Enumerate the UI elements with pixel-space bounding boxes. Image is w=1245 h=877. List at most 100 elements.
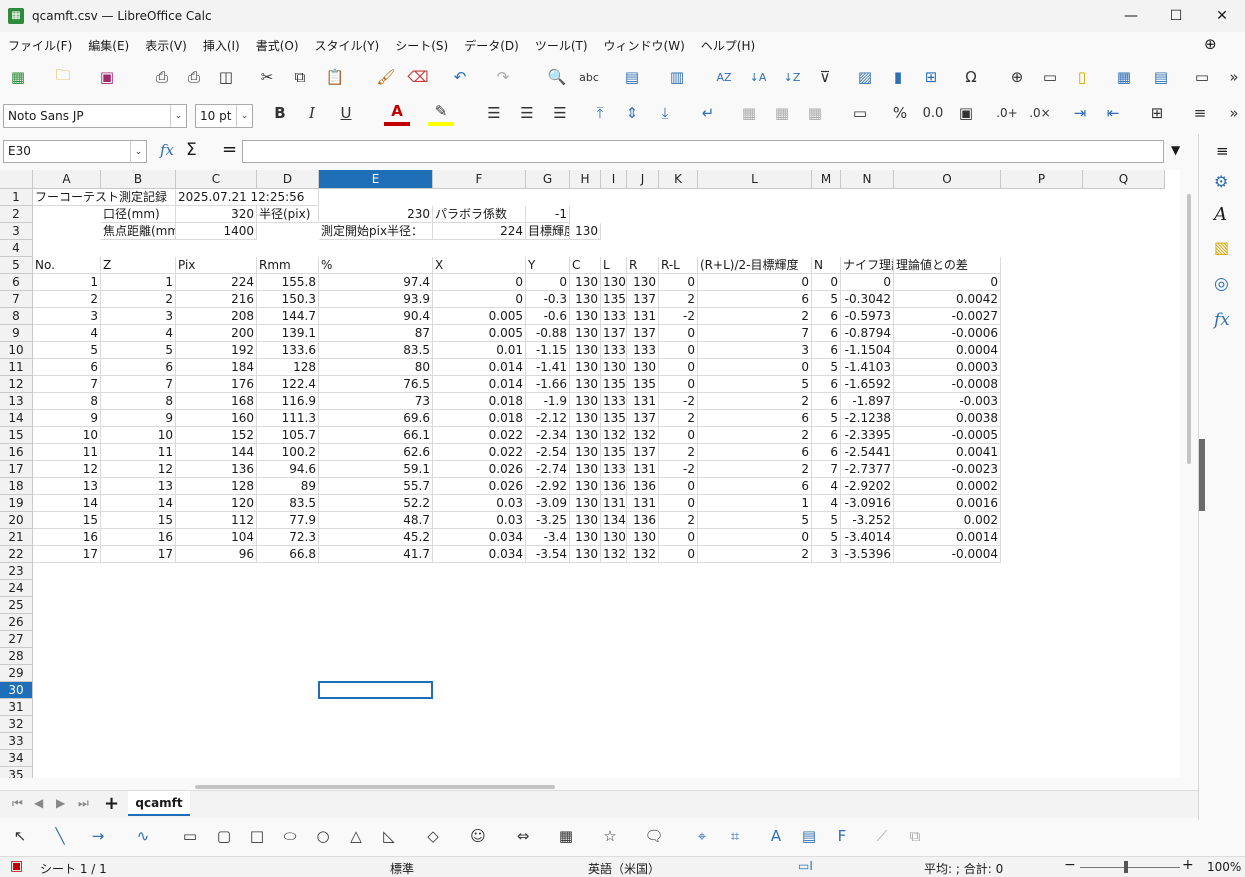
cell[interactable]: 89 [257, 478, 319, 495]
redo-icon[interactable]: ↷ [488, 64, 518, 90]
open-folder-icon[interactable]: 🗀 [50, 64, 76, 90]
cell[interactable]: 320 [176, 206, 257, 223]
insert-image-icon[interactable]: ▨ [853, 64, 877, 90]
row-header[interactable]: 22 [0, 546, 33, 563]
menu-data[interactable]: データ(D) [456, 37, 527, 54]
center-vertically-icon[interactable]: ⇕ [620, 100, 644, 126]
row-header[interactable]: 3 [0, 223, 33, 240]
cell[interactable]: 130 [570, 291, 601, 308]
cell[interactable]: R [627, 257, 659, 274]
cell[interactable]: 97.4 [319, 274, 433, 291]
cell[interactable]: -2 [659, 461, 698, 478]
row-header[interactable]: 14 [0, 410, 33, 427]
cell[interactable]: -0.003 [894, 393, 1001, 410]
column-header[interactable]: B [101, 170, 176, 189]
flowchart-icon[interactable]: ▦ [548, 823, 584, 849]
cell[interactable]: 0 [526, 274, 570, 291]
add-sheet-button[interactable]: + [104, 793, 119, 814]
clone-formatting-icon[interactable]: 🖌 [374, 64, 398, 90]
find-replace-icon[interactable]: 🔍 [545, 64, 569, 90]
cell[interactable]: 5 [812, 359, 841, 376]
cell[interactable]: -0.0023 [894, 461, 1001, 478]
cell[interactable]: 132 [627, 546, 659, 563]
cell[interactable]: 0.022 [433, 444, 526, 461]
cell[interactable]: 130 [627, 529, 659, 546]
cell[interactable]: 132 [601, 546, 627, 563]
zoom-out-button[interactable]: − [1064, 857, 1076, 873]
cell[interactable]: 5 [812, 291, 841, 308]
cell[interactable]: 5 [101, 342, 176, 359]
cell[interactable]: 14 [101, 495, 176, 512]
percent-format-button[interactable]: % [888, 100, 912, 126]
cell[interactable]: 131 [627, 308, 659, 325]
cell[interactable]: -0.0027 [894, 308, 1001, 325]
cell[interactable]: -2.1238 [841, 410, 894, 427]
cell[interactable]: 3 [812, 546, 841, 563]
row-header[interactable]: 10 [0, 342, 33, 359]
cell[interactable]: 0 [433, 291, 526, 308]
cell[interactable]: 5 [33, 342, 101, 359]
cell[interactable]: 0.01 [433, 342, 526, 359]
menu-file[interactable]: ファイル(F) [0, 37, 80, 54]
row-header[interactable]: 15 [0, 427, 33, 444]
row-header[interactable]: 9 [0, 325, 33, 342]
row-header[interactable]: 21 [0, 529, 33, 546]
vertical-scroll-thumb[interactable] [1187, 194, 1191, 464]
selection-mode-icon[interactable]: ▭I [798, 859, 813, 873]
name-box[interactable]: E30 ⌄ [3, 140, 147, 163]
cell[interactable]: 16 [101, 529, 176, 546]
row-header[interactable]: 29 [0, 665, 33, 682]
block-arrows-icon[interactable]: ⇔ [505, 823, 541, 849]
row-header[interactable]: 20 [0, 512, 33, 529]
menu-view[interactable]: 表示(V) [137, 37, 195, 54]
menu-insert[interactable]: 挿入(I) [195, 37, 248, 54]
cell[interactable]: -3.5396 [841, 546, 894, 563]
cell[interactable]: 0.034 [433, 546, 526, 563]
cell[interactable]: 5 [812, 410, 841, 427]
cell[interactable]: 133 [601, 461, 627, 478]
cell[interactable]: 2025.07.21 12:25:56 [176, 189, 319, 206]
cell[interactable]: 4 [33, 325, 101, 342]
row-header[interactable]: 18 [0, 478, 33, 495]
cell[interactable]: -2.74 [526, 461, 570, 478]
column-header[interactable]: C [176, 170, 257, 189]
cell[interactable]: 45.2 [319, 529, 433, 546]
font-color-icon[interactable]: A [384, 100, 410, 126]
cell[interactable]: 2 [698, 308, 812, 325]
cell[interactable]: 0.03 [433, 512, 526, 529]
cell[interactable]: 133 [601, 393, 627, 410]
shadow-icon[interactable]: ⟋ [870, 823, 894, 849]
cell[interactable]: % [319, 257, 433, 274]
cell[interactable]: -0.6 [526, 308, 570, 325]
delete-decimal-icon[interactable]: .0× [1027, 100, 1053, 126]
column-header[interactable]: P [1001, 170, 1083, 189]
print-preview-icon[interactable]: ◫ [214, 64, 238, 90]
menu-format[interactable]: 書式(O) [248, 37, 307, 54]
cell[interactable]: -1.9 [526, 393, 570, 410]
cell[interactable]: 0 [812, 274, 841, 291]
cell[interactable]: 135 [627, 376, 659, 393]
row-header[interactable]: 12 [0, 376, 33, 393]
menu-styles[interactable]: スタイル(Y) [307, 37, 388, 54]
cell[interactable]: 139.1 [257, 325, 319, 342]
cell[interactable]: -2.9202 [841, 478, 894, 495]
cell[interactable]: 8 [101, 393, 176, 410]
last-sheet-icon[interactable]: ⏭ [78, 796, 89, 811]
cell[interactable]: (R+L)/2-目標輝度 [698, 257, 812, 274]
cell[interactable]: 11 [33, 444, 101, 461]
row-header[interactable]: 26 [0, 614, 33, 631]
hyperlink-icon[interactable]: ⊕ [1005, 64, 1029, 90]
language-status[interactable]: 英語（米国） [588, 860, 660, 877]
cell[interactable]: 4 [812, 495, 841, 512]
cell[interactable]: 130 [601, 359, 627, 376]
cell[interactable]: 16 [33, 529, 101, 546]
first-sheet-icon[interactable]: ⏮ [12, 796, 23, 811]
column-header[interactable]: N [841, 170, 894, 189]
date-format-icon[interactable]: ▣ [954, 100, 978, 126]
cell[interactable]: -2.54 [526, 444, 570, 461]
cell[interactable]: 7 [33, 376, 101, 393]
previous-sheet-icon[interactable]: ◀ [34, 796, 43, 810]
cell[interactable]: -1.1504 [841, 342, 894, 359]
cell[interactable]: 15 [101, 512, 176, 529]
cell[interactable]: 55.7 [319, 478, 433, 495]
